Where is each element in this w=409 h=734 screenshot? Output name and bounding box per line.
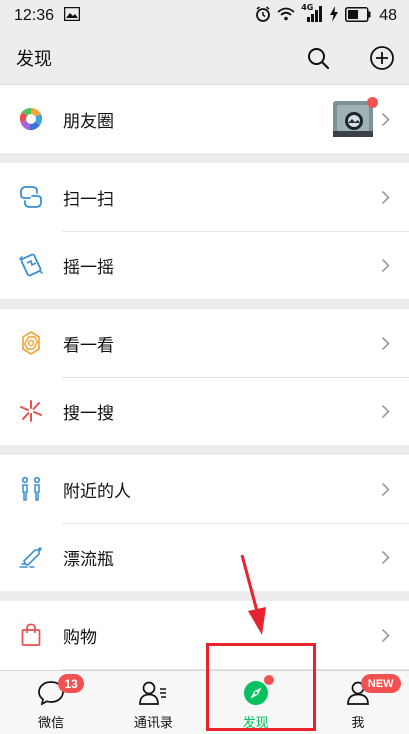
people-nearby-icon	[18, 476, 44, 502]
list-item-label: 购物	[63, 627, 97, 648]
search-star-icon	[18, 398, 44, 424]
list-item-label: 漂流瓶	[63, 549, 114, 570]
tab-label: 微信	[38, 716, 65, 731]
bottom-tab-bar: 13 微信 通讯录 发现 NEW 我	[0, 670, 409, 734]
list-item-shopping[interactable]: 购物	[0, 601, 409, 669]
signal-icon: 4G	[301, 3, 323, 26]
chevron-right-icon	[381, 335, 391, 351]
moments-new-dot	[367, 97, 378, 108]
chevron-right-icon	[381, 403, 391, 419]
chevron-right-icon	[381, 627, 391, 643]
group-scan-shake: 扫一扫 摇一摇	[0, 163, 409, 299]
group-moments: 朋友圈	[0, 84, 409, 153]
list-item-moments[interactable]: 朋友圈	[0, 85, 409, 153]
list-item-people-nearby[interactable]: 附近的人	[0, 455, 409, 523]
search-icon	[308, 48, 330, 70]
list-item-label: 看一看	[63, 335, 114, 356]
discover-list: 朋友圈 扫一扫 摇一摇 看一看 搜一搜 附近的人 漂流瓶 购物	[0, 84, 409, 734]
list-item-scan[interactable]: 扫一扫	[0, 163, 409, 231]
status-bar: 12:36 4G 48	[0, 0, 409, 32]
top-stories-icon	[18, 330, 44, 356]
shake-icon	[18, 252, 44, 278]
list-item-label: 附近的人	[63, 481, 131, 502]
contacts-icon	[139, 681, 167, 705]
annotation-arrow-icon	[240, 555, 266, 635]
status-time: 12:36	[14, 7, 55, 24]
image-notification-icon	[63, 6, 81, 25]
moments-icon	[18, 106, 44, 132]
chevron-right-icon	[381, 481, 391, 497]
list-item-search[interactable]: 搜一搜	[0, 377, 409, 445]
group-top-search: 看一看 搜一搜	[0, 309, 409, 445]
bottle-icon	[18, 544, 44, 570]
moments-thumbnail	[333, 97, 378, 137]
list-item-label: 摇一摇	[63, 257, 114, 278]
chevron-right-icon	[381, 111, 391, 127]
scan-icon	[18, 184, 44, 210]
plus-circle-icon	[370, 46, 394, 70]
search-button[interactable]	[305, 45, 331, 71]
chevron-right-icon	[381, 189, 391, 205]
battery-icon	[345, 6, 371, 26]
wifi-icon	[277, 7, 295, 25]
page-title: 发现	[16, 49, 52, 70]
list-item-shake[interactable]: 摇一摇	[0, 231, 409, 299]
add-button[interactable]	[369, 45, 395, 71]
chevron-right-icon	[381, 549, 391, 565]
battery-level: 48	[379, 7, 397, 24]
tab-label: 我	[351, 716, 365, 731]
list-item-bottle[interactable]: 漂流瓶	[0, 523, 409, 591]
list-item-label: 搜一搜	[63, 403, 114, 424]
list-item-label: 扫一扫	[63, 189, 114, 210]
list-item-label: 朋友圈	[63, 111, 114, 132]
list-item-top-stories[interactable]: 看一看	[0, 309, 409, 377]
chevron-right-icon	[381, 257, 391, 273]
shopping-bag-icon	[18, 622, 44, 648]
alarm-icon	[255, 6, 271, 26]
tab-contacts[interactable]: 通讯录	[102, 671, 204, 734]
tab-me[interactable]: NEW 我	[307, 671, 409, 734]
new-badge: NEW	[360, 674, 401, 693]
annotation-highlight-box	[206, 643, 316, 731]
unread-badge: 13	[58, 674, 85, 693]
header: 发现	[0, 32, 409, 84]
network-type: 4G	[301, 3, 314, 12]
charging-icon	[329, 6, 339, 26]
group-nearby-bottle: 附近的人 漂流瓶	[0, 455, 409, 591]
tab-chats[interactable]: 13 微信	[0, 671, 102, 734]
tab-label: 通讯录	[133, 716, 173, 731]
